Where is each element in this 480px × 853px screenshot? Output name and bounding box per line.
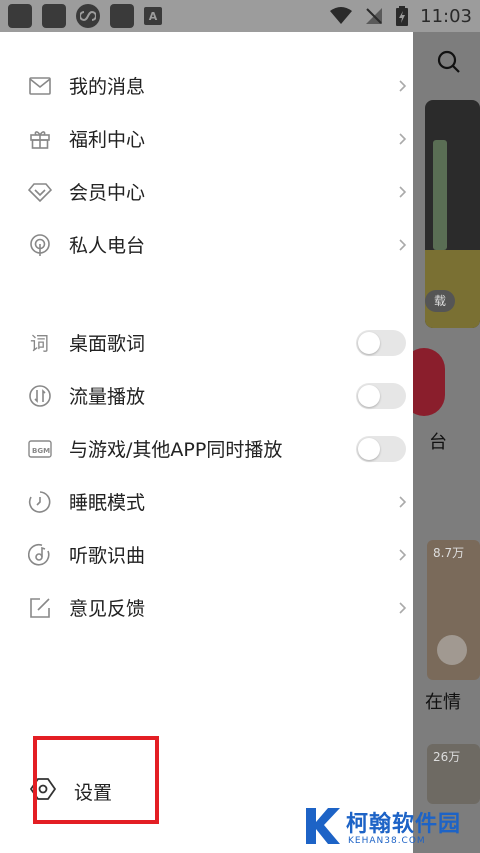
chevron-right-icon <box>399 548 407 561</box>
highlight-box <box>33 736 159 824</box>
k-logo-icon <box>306 808 340 844</box>
menu-item-mix-playback: BGM 与游戏/其他APP同时播放 <box>0 422 413 475</box>
chevron-right-icon <box>399 238 407 251</box>
mobile-data-toggle[interactable] <box>356 382 406 409</box>
banner-image <box>425 250 480 328</box>
chevron-right-icon <box>399 601 407 614</box>
wifi-icon <box>330 7 353 24</box>
background-app[interactable]: 载 台 8.7万 在情 26万 <box>413 32 480 853</box>
music-recognition-icon <box>28 543 52 567</box>
menu-item-feedback[interactable]: 意见反馈 <box>0 581 413 634</box>
menu-item-label: 会员中心 <box>69 182 146 204</box>
desktop-lyrics-toggle[interactable] <box>356 329 406 356</box>
toggle-knob <box>358 384 380 407</box>
menu-item-vip[interactable]: 会员中心 <box>0 165 413 218</box>
menu-item-label: 睡眠模式 <box>69 492 146 514</box>
menu-item-rewards[interactable]: 福利中心 <box>0 112 413 165</box>
no-signal-icon <box>366 8 383 24</box>
playlist-thumbnail[interactable]: 8.7万 <box>427 540 480 680</box>
notification-icon <box>42 4 66 28</box>
menu-item-label: 与游戏/其他APP同时播放 <box>69 439 283 461</box>
mix-playback-toggle[interactable] <box>356 435 406 462</box>
chevron-right-icon <box>399 495 407 508</box>
menu-item-mobile-data: 流量播放 <box>0 369 413 422</box>
search-icon[interactable] <box>437 50 461 74</box>
clock: 11:03 <box>420 5 472 27</box>
font-icon: A <box>144 7 162 25</box>
chevron-right-icon <box>399 132 407 145</box>
toggle-knob <box>358 437 380 460</box>
menu-item-radio[interactable]: 私人电台 <box>0 218 413 271</box>
menu-item-label: 私人电台 <box>69 235 146 257</box>
feedback-icon <box>28 596 52 620</box>
notification-icon <box>110 4 134 28</box>
menu-item-label: 流量播放 <box>69 386 146 408</box>
menu-item-song-recognition[interactable]: 听歌识曲 <box>0 528 413 581</box>
menu-item-label: 福利中心 <box>69 129 146 151</box>
bgm-icon: BGM <box>28 437 52 461</box>
play-count: 8.7万 <box>433 546 465 560</box>
side-drawer: 我的消息 福利中心 会员中心 私人电台 词 桌面歌词 流量播放 BGM 与游戏/… <box>0 32 413 853</box>
menu-item-messages[interactable]: 我的消息 <box>0 59 413 112</box>
menu-item-label: 意见反馈 <box>69 598 146 620</box>
watermark-logo: 柯翰软件园 KEHAN38.COM <box>298 800 478 850</box>
data-play-icon <box>28 384 52 408</box>
chevron-right-icon <box>399 79 407 92</box>
toggle-knob <box>358 331 380 354</box>
menu-item-sleep-mode[interactable]: 睡眠模式 <box>0 475 413 528</box>
radio-shortcut-icon[interactable] <box>413 348 445 416</box>
playlist-title: 在情 <box>425 692 461 713</box>
link-icon <box>76 4 100 28</box>
battery-charging-icon <box>396 6 409 26</box>
menu-item-label: 听歌识曲 <box>69 545 146 567</box>
shortcut-label: 台 <box>429 432 447 453</box>
bgm-icon-text: BGM <box>32 447 50 455</box>
status-bar: A 11:03 <box>0 0 480 32</box>
play-icon <box>437 635 467 665</box>
menu-item-desktop-lyrics: 词 桌面歌词 <box>0 316 413 369</box>
lyrics-icon: 词 <box>28 331 52 355</box>
mail-icon <box>28 74 52 98</box>
svg-text:词: 词 <box>30 333 49 354</box>
watermark-subtitle: KEHAN38.COM <box>348 836 426 846</box>
banner-image <box>433 140 447 250</box>
gift-icon <box>28 127 52 151</box>
download-button[interactable]: 载 <box>425 290 455 312</box>
menu-item-label: 桌面歌词 <box>69 333 146 355</box>
notification-icon <box>8 4 32 28</box>
diamond-icon <box>28 180 52 204</box>
menu-item-label: 我的消息 <box>69 76 146 98</box>
sleep-timer-icon <box>28 490 52 514</box>
radio-icon <box>28 233 52 257</box>
chevron-right-icon <box>399 185 407 198</box>
watermark-title: 柯翰软件园 <box>346 812 462 837</box>
